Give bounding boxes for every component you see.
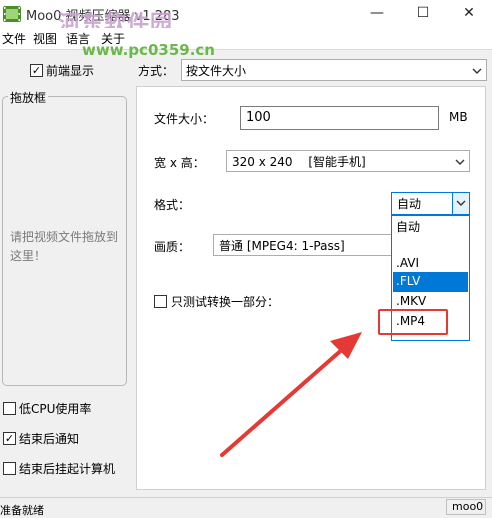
status-version: moo0	[452, 500, 484, 513]
status-bar	[0, 497, 492, 517]
status-text: 准备就绪	[0, 504, 44, 517]
annotation-arrow	[220, 332, 362, 457]
